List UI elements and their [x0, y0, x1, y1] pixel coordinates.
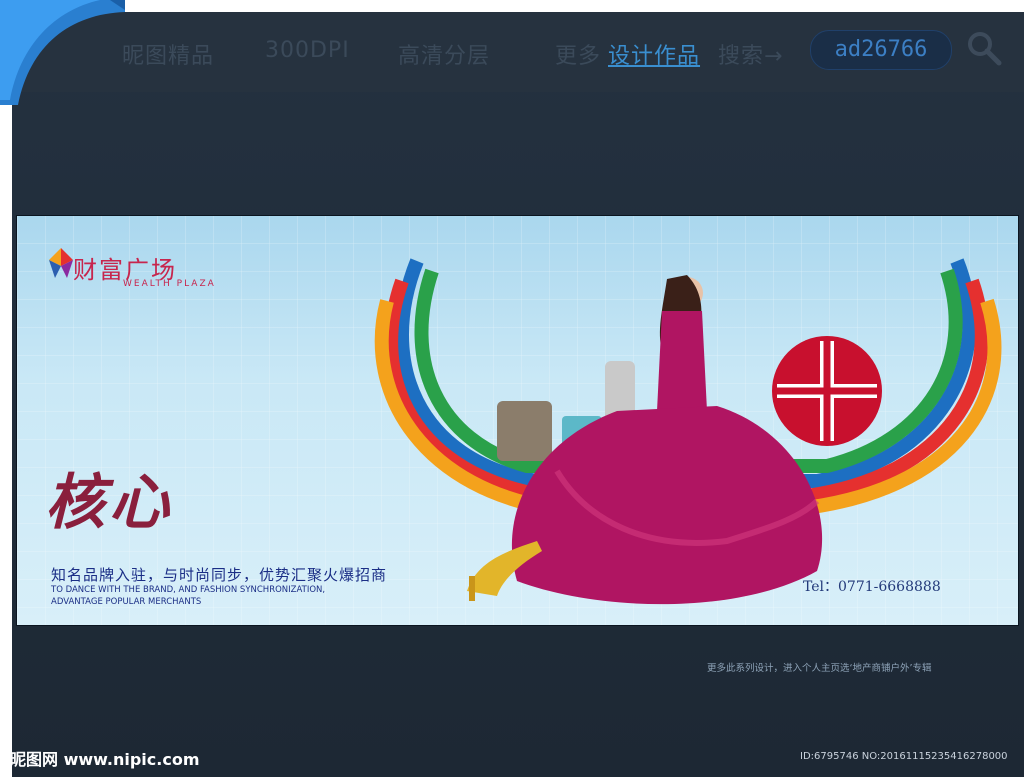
nav-item-layered[interactable]: 高清分层 — [398, 38, 490, 70]
nav-item-premium[interactable]: 昵图精品 — [122, 38, 214, 70]
logo-english-name: WEALTH PLAZA — [123, 279, 216, 289]
tagline-english-line-2: ADVANTAGE POPULAR MERCHANTS — [51, 597, 202, 607]
series-note[interactable]: 更多此系列设计，进入个人主页选‘地产商铺户外’专辑 — [707, 660, 932, 674]
telephone-number: Tel：0771-6668888 — [803, 579, 941, 595]
search-input[interactable]: ad26766 — [810, 30, 952, 70]
tagline-chinese: 知名品牌入驻，与时尚同步，优势汇聚火爆招商 — [51, 566, 388, 584]
search-suffix-label: 搜索→ — [718, 44, 784, 69]
search-icon[interactable] — [966, 30, 1002, 66]
wealth-plaza-logo-icon — [49, 248, 73, 278]
headline-core: 核心 — [45, 468, 173, 538]
high-heel-shoe-icon — [467, 541, 542, 601]
poster-banner: 财富广场 WEALTH PLAZA 核心 知名品牌入驻，与时尚同步，优势汇聚火爆… — [16, 215, 1019, 626]
design-works-link[interactable]: 设计作品 — [608, 38, 700, 70]
tagline-english-line-1: TO DANCE WITH THE BRAND, AND FASHION SYN… — [51, 585, 326, 595]
tagline-english: TO DANCE WITH THE BRAND, AND FASHION SYN… — [51, 584, 325, 608]
nav-item-more: 更多 — [555, 44, 602, 69]
site-watermark: 昵图网 www.nipic.com — [10, 750, 200, 769]
image-id-line: ID:6795746 NO:20161115235416278000 — [800, 751, 1008, 762]
corner-ribbon-icon — [0, 0, 125, 105]
model-in-red-dress-illustration — [511, 275, 823, 605]
nav-item-300dpi[interactable]: 300DPI — [265, 38, 350, 63]
